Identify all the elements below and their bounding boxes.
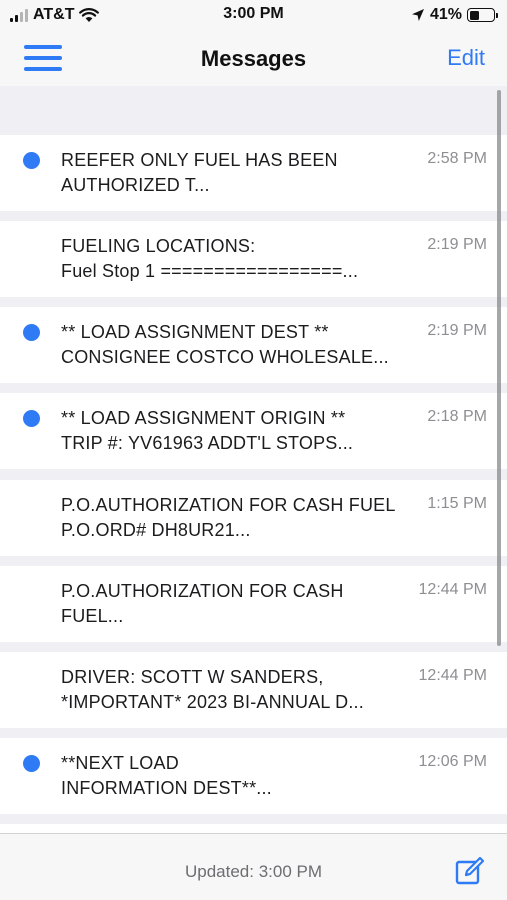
unread-dot-icon — [23, 410, 40, 427]
message-preview-line1: REEFER ONLY FUEL HAS BEEN — [61, 150, 338, 170]
message-time: 12:06 PM — [418, 753, 487, 770]
location-arrow-icon — [411, 9, 424, 21]
message-time: 1:15 PM — [427, 495, 487, 512]
message-row-partial[interactable] — [0, 824, 507, 833]
message-row[interactable]: **NEXT LOAD INFORMATION DEST**... 12:06 PM — [0, 738, 507, 814]
message-preview-line2: P.O.ORD# DH8UR21... — [61, 520, 251, 540]
message-preview-line1: ** LOAD ASSIGNMENT DEST ** — [61, 322, 329, 342]
unread-dot-icon — [23, 152, 40, 169]
status-bar: AT&T 3:00 PM 41% — [0, 0, 507, 32]
battery-level — [469, 10, 479, 20]
status-right: 41% — [411, 5, 498, 25]
message-preview-line2: CONSIGNEE COSTCO WHOLESALE... — [61, 347, 389, 367]
compose-icon[interactable] — [455, 856, 485, 886]
message-row[interactable]: FUELING LOCATIONS: Fuel Stop 1 ==========… — [0, 221, 507, 297]
message-preview-line1: DRIVER: SCOTT W SANDERS, — [61, 667, 324, 687]
updated-status: Updated: 3:00 PM — [184, 862, 323, 881]
message-time: 12:44 PM — [418, 667, 487, 684]
message-row[interactable]: REEFER ONLY FUEL HAS BEEN AUTHORIZED T...… — [0, 135, 507, 211]
message-list[interactable]: **NEXT LOAD INFORMATION DEST**... 12:06 PM… — [0, 86, 507, 833]
message-preview-line2: FUEL... — [61, 606, 124, 626]
message-time: 2:18 PM — [427, 408, 487, 425]
message-preview-line2: *IMPORTANT* 2023 BI-ANNUAL D... — [61, 692, 364, 712]
unread-dot-icon — [23, 324, 40, 341]
page-title: Messages — [200, 46, 307, 71]
message-time: 12:44 PM — [418, 581, 487, 598]
message-row[interactable]: ** LOAD ASSIGNMENT ORIGIN ** TRIP #: YV61… — [0, 393, 507, 469]
battery-icon — [467, 8, 498, 22]
message-time: 2:19 PM — [427, 236, 487, 253]
message-preview-line1: **NEXT LOAD — [61, 753, 179, 773]
battery-percentage: 41% — [429, 6, 462, 23]
message-time: 2:58 PM — [427, 150, 487, 167]
edit-button[interactable]: Edit — [447, 45, 485, 71]
bottom-toolbar: Updated: 3:00 PM — [0, 833, 507, 900]
message-preview-line1: ** LOAD ASSIGNMENT ORIGIN ** — [61, 408, 346, 428]
message-preview-line2: AUTHORIZED T... — [61, 175, 210, 195]
message-preview-line2: INFORMATION DEST**... — [61, 778, 272, 798]
scroll-indicator — [497, 90, 501, 646]
message-preview-line1: P.O.AUTHORIZATION FOR CASH FUEL — [61, 495, 396, 515]
message-time: 2:19 PM — [427, 322, 487, 339]
message-preview-line2: TRIP #: YV61963 ADDT'L STOPS... — [61, 433, 354, 453]
message-row[interactable]: P.O.AUTHORIZATION FOR CASH FUEL... 12:44 P… — [0, 566, 507, 642]
message-preview-line2: Fuel Stop 1 =================... — [61, 261, 359, 281]
message-row[interactable]: DRIVER: SCOTT W SANDERS, *IMPORTANT* 2023… — [0, 652, 507, 728]
message-row[interactable]: ** LOAD ASSIGNMENT DEST ** CONSIGNEE COST… — [0, 307, 507, 383]
message-preview-line1: P.O.AUTHORIZATION FOR CASH — [61, 581, 344, 601]
message-row[interactable]: P.O.AUTHORIZATION FOR CASH FUEL P.O.ORD# … — [0, 480, 507, 556]
unread-dot-icon — [23, 755, 40, 772]
message-preview-line1: FUELING LOCATIONS: — [61, 236, 256, 256]
navigation-bar: Messages Edit — [0, 32, 507, 86]
